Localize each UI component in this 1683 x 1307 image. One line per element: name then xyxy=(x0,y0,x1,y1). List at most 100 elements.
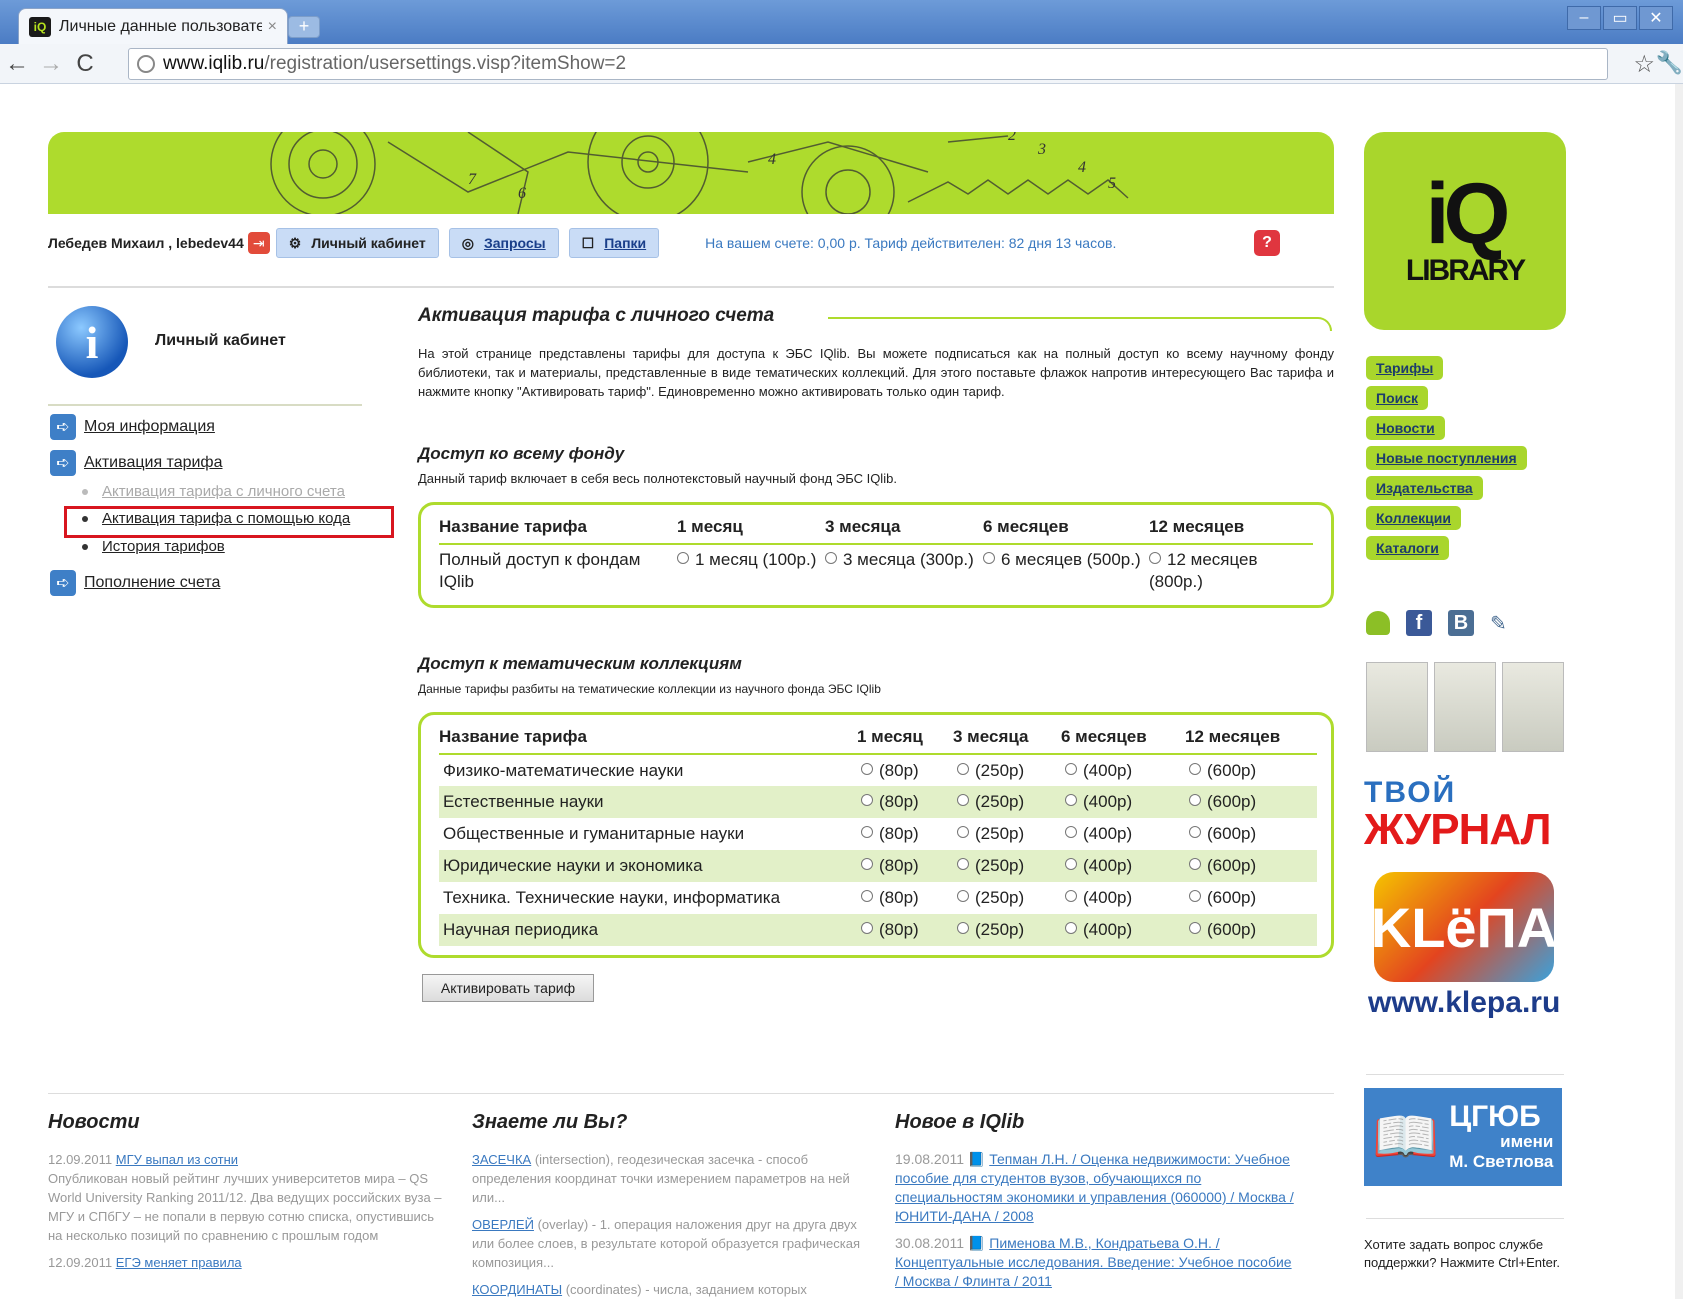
folders-link[interactable]: Папки xyxy=(604,235,646,251)
news-link[interactable]: МГУ выпал из сотни xyxy=(116,1152,238,1167)
right-nav-item[interactable]: Каталоги xyxy=(1366,536,1449,560)
radio-button[interactable] xyxy=(861,762,873,775)
radio-button[interactable] xyxy=(1065,922,1077,934)
radio-button[interactable] xyxy=(1065,826,1077,838)
klepa-banner[interactable]: ТВОЙ ЖУРНАЛ KLёПА www.klepa.ru xyxy=(1364,776,1568,1026)
livejournal-icon[interactable]: ✎ xyxy=(1490,611,1507,636)
radio-button[interactable] xyxy=(957,890,969,902)
requests-button[interactable]: ◎ Запросы xyxy=(448,228,559,258)
tariff-option[interactable]: (250р) xyxy=(953,850,1061,882)
address-bar[interactable]: www.iqlib.ru/registration/usersettings.v… xyxy=(128,48,1608,80)
radio-button[interactable] xyxy=(957,858,969,870)
sidebar-subitem-history[interactable]: История тарифов xyxy=(82,538,225,555)
sidebar-subitem-label[interactable]: Активация тарифа с личного счета xyxy=(102,483,345,500)
folders-button[interactable]: ☐ Папки xyxy=(568,228,660,258)
tariff-option[interactable]: (600р) xyxy=(1185,914,1317,946)
tariff-option[interactable]: 3 месяца (300р.) xyxy=(825,544,983,593)
radio-button[interactable] xyxy=(861,922,873,934)
tariff-option[interactable]: (250р) xyxy=(953,914,1061,946)
right-nav-item[interactable]: Коллекции xyxy=(1366,506,1461,530)
requests-link[interactable]: Запросы xyxy=(484,235,546,251)
tariff-option[interactable]: (250р) xyxy=(953,882,1061,914)
help-icon[interactable]: ? xyxy=(1254,230,1280,256)
radio-button[interactable] xyxy=(1189,794,1201,806)
tariff-option[interactable]: (400р) xyxy=(1061,818,1185,850)
radio-button[interactable] xyxy=(1189,922,1201,934)
radio-button[interactable] xyxy=(1189,826,1201,838)
forward-icon[interactable]: → xyxy=(34,50,68,78)
radio-button[interactable] xyxy=(1065,794,1077,806)
right-nav-link[interactable]: Коллекции xyxy=(1376,510,1451,526)
android-icon[interactable] xyxy=(1366,611,1390,635)
radio-button[interactable] xyxy=(1065,858,1077,870)
radio-button[interactable] xyxy=(861,858,873,870)
radio-button[interactable] xyxy=(1189,858,1201,870)
radio-button[interactable] xyxy=(861,794,873,806)
radio-button[interactable] xyxy=(677,552,689,564)
right-nav-link[interactable]: Тарифы xyxy=(1376,360,1433,376)
logout-icon[interactable]: ⇥ xyxy=(247,232,270,254)
new-tab-button[interactable]: + xyxy=(288,16,320,38)
right-nav-item[interactable]: Издательства xyxy=(1366,476,1483,500)
tariff-option[interactable]: (400р) xyxy=(1061,850,1185,882)
close-window-icon[interactable]: ✕ xyxy=(1639,6,1673,30)
minimize-icon[interactable]: – xyxy=(1567,6,1601,30)
tariff-option[interactable]: 12 месяцев (800р.) xyxy=(1149,544,1313,593)
tariff-option[interactable]: (80р) xyxy=(857,882,953,914)
maximize-icon[interactable]: ▭ xyxy=(1603,6,1637,30)
radio-button[interactable] xyxy=(957,826,969,838)
tariff-option[interactable]: (600р) xyxy=(1185,850,1317,882)
radio-button[interactable] xyxy=(1149,552,1161,564)
tariff-option[interactable]: (250р) xyxy=(953,818,1061,850)
radio-button[interactable] xyxy=(1065,762,1077,775)
sidebar-item-activation[interactable]: ➪ Активация тарифа xyxy=(50,450,223,476)
right-nav-item[interactable]: Новые поступления xyxy=(1366,446,1527,470)
tariff-option[interactable]: (80р) xyxy=(857,914,953,946)
facebook-icon[interactable]: f xyxy=(1406,610,1432,636)
radio-button[interactable] xyxy=(1189,762,1201,775)
tariff-option[interactable]: (80р) xyxy=(857,850,953,882)
sidebar-subitem-label[interactable]: История тарифов xyxy=(102,538,225,555)
certificate-image[interactable] xyxy=(1434,662,1496,752)
tariff-option[interactable]: (400р) xyxy=(1061,882,1185,914)
iqlib-logo[interactable]: iQ LIBRARY xyxy=(1364,132,1566,330)
tariff-option[interactable]: (600р) xyxy=(1185,818,1317,850)
know-link[interactable]: ОВЕРЛЕЙ xyxy=(472,1217,534,1232)
wrench-icon[interactable]: 🔧 xyxy=(1656,50,1683,76)
tariff-option[interactable]: (250р) xyxy=(953,754,1061,786)
cgyub-banner[interactable]: 📖 ЦГЮБ имени М. Светлова xyxy=(1364,1088,1562,1186)
right-nav-link[interactable]: Новые поступления xyxy=(1376,450,1517,466)
right-nav-link[interactable]: Каталоги xyxy=(1376,540,1439,556)
radio-button[interactable] xyxy=(957,922,969,934)
tariff-option[interactable]: (400р) xyxy=(1061,786,1185,818)
bookmark-star-icon[interactable]: ☆ xyxy=(1633,50,1655,79)
tariff-option[interactable]: (400р) xyxy=(1061,754,1185,786)
certificate-image[interactable] xyxy=(1366,662,1428,752)
radio-button[interactable] xyxy=(861,826,873,838)
browser-tab[interactable]: iQ Личные данные пользовате × xyxy=(18,8,288,44)
certificate-image[interactable] xyxy=(1502,662,1564,752)
right-nav-link[interactable]: Издательства xyxy=(1376,480,1473,496)
radio-button[interactable] xyxy=(983,552,995,564)
activate-tariff-button[interactable]: Активировать тариф xyxy=(422,974,594,1002)
news-link[interactable]: ЕГЭ меняет правила xyxy=(116,1255,242,1270)
radio-button[interactable] xyxy=(861,890,873,902)
page-scrollbar[interactable] xyxy=(1675,84,1683,1299)
tariff-option[interactable]: (250р) xyxy=(953,786,1061,818)
tariff-option[interactable]: (600р) xyxy=(1185,786,1317,818)
vkontakte-icon[interactable]: B xyxy=(1448,610,1474,636)
sidebar-item-topup[interactable]: ➪ Пополнение счета xyxy=(50,570,220,596)
sidebar-item-label[interactable]: Активация тарифа xyxy=(84,454,223,472)
tariff-option[interactable]: (80р) xyxy=(857,754,953,786)
right-nav-item[interactable]: Поиск xyxy=(1366,386,1429,410)
back-icon[interactable]: ← xyxy=(0,50,34,78)
right-nav-link[interactable]: Новости xyxy=(1376,420,1435,436)
cabinet-button[interactable]: ⚙ Личный кабинет xyxy=(275,228,439,258)
radio-button[interactable] xyxy=(957,762,969,775)
sidebar-item-my-info[interactable]: ➪ Моя информация xyxy=(50,414,215,440)
tariff-option[interactable]: (80р) xyxy=(857,786,953,818)
right-nav-link[interactable]: Поиск xyxy=(1376,390,1418,406)
radio-button[interactable] xyxy=(1065,890,1077,902)
radio-button[interactable] xyxy=(1189,890,1201,902)
radio-button[interactable] xyxy=(957,794,969,806)
